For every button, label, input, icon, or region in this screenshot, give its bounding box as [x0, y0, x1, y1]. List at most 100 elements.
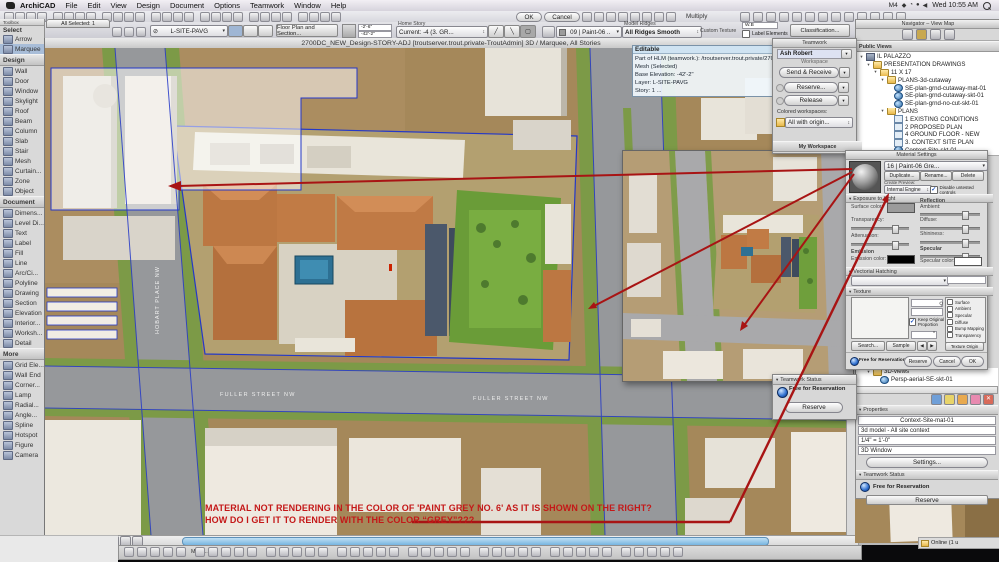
nav-item-2-proposed-plan[interactable]: 2 PROPOSED PLAN [856, 123, 999, 131]
bottom-toolbar-icon-40[interactable] [673, 547, 683, 557]
layer-dropdown[interactable]: ⊘ L-SITE-PAVG ▾ [150, 25, 228, 37]
bottom-toolbar-icon-26[interactable] [479, 547, 489, 557]
bottom-toolbar-icon-36[interactable] [621, 547, 631, 557]
tool-stair[interactable]: Stair [0, 146, 44, 156]
tool-beam[interactable]: Beam [0, 116, 44, 126]
teamwork-palette-title[interactable]: Teamwork [773, 39, 856, 48]
toolbox-section-design[interactable]: Design [0, 54, 44, 66]
bottom-toolbar-icon-38[interactable] [647, 547, 657, 557]
toolbar-icon-11[interactable] [124, 12, 134, 22]
tool-column[interactable]: Column [0, 126, 44, 136]
toolbar-right-icon-6[interactable] [805, 12, 815, 22]
bottom-toolbar-icon-8[interactable] [221, 547, 231, 557]
bottom-toolbar-icon-31[interactable] [550, 547, 560, 557]
bottom-toolbar-icon-2[interactable] [137, 547, 147, 557]
bottom-toolbar-icon-15[interactable] [318, 547, 328, 557]
roof-pitch-3[interactable]: ▢ [520, 25, 536, 38]
toolbar-right-icon-1[interactable] [740, 12, 750, 22]
teamwork-status-title[interactable]: ▾ Teamwork Status [773, 375, 856, 385]
bottom-toolbar-icon-10[interactable] [247, 547, 257, 557]
release-options-button[interactable]: ▾ [838, 95, 849, 106]
bottom-toolbar-icon-21[interactable] [408, 547, 418, 557]
view-map-icon[interactable] [915, 29, 927, 40]
channel-ambient[interactable]: Ambient [947, 305, 984, 313]
menu-status-icon-2[interactable]: ◔ [909, 2, 913, 9]
menu-status-icon-4[interactable]: ◀ [923, 2, 928, 9]
nav-reserve-button[interactable]: Reserve [866, 495, 988, 505]
floor-plan-section-button[interactable]: Floor Plan and Section... [276, 24, 338, 37]
classification-button[interactable]: Classification... [790, 24, 850, 37]
cancel-button[interactable]: Cancel [544, 12, 580, 22]
tool-skylight[interactable]: Skylight [0, 96, 44, 106]
engine-dropdown[interactable]: Internal Engine ↕ [884, 185, 932, 194]
tool-section[interactable]: Section [0, 298, 44, 308]
nav-item-11-x-17[interactable]: ▾ 11 X 17 [856, 68, 999, 77]
tool-elevation[interactable]: Elevation [0, 308, 44, 318]
selected-tab[interactable]: All Selected: 1 [46, 19, 110, 28]
status-reserve-button[interactable]: Reserve [785, 402, 843, 413]
roof-pitch-2[interactable]: ╲ [504, 25, 520, 38]
send-receive-options-button[interactable]: ▾ [839, 67, 850, 78]
bottom-toolbar-icon-27[interactable] [492, 547, 502, 557]
keep-proportion-checkbox[interactable]: ✓ Keep Original Proportion [909, 317, 945, 327]
colored-workspaces-dropdown[interactable]: All with origin... ↕ [785, 117, 853, 128]
bottom-toolbar-icon-23[interactable] [434, 547, 444, 557]
settings-dialog-icon[interactable] [124, 27, 134, 37]
shininess-slider[interactable] [920, 239, 980, 248]
tool-radial[interactable]: Radial... [0, 400, 44, 410]
texture-height-field[interactable] [911, 308, 943, 316]
tool-hotspot[interactable]: Hotspot [0, 430, 44, 440]
bottom-toolbar-icon-3[interactable] [150, 547, 160, 557]
menu-view[interactable]: View [105, 1, 131, 10]
bottom-toolbar-icon-5[interactable] [176, 547, 186, 557]
toolbar-icon-20[interactable] [233, 12, 243, 22]
toolbar-icon-17[interactable] [200, 12, 210, 22]
toolbar-icon-24[interactable] [282, 12, 292, 22]
bottom-toolbar-icon-35[interactable] [602, 547, 612, 557]
menu-options[interactable]: Options [209, 1, 245, 10]
bottom-toolbar-icon-7[interactable] [208, 547, 218, 557]
geometry-method-1[interactable] [228, 25, 243, 37]
label-elements-checkbox[interactable]: Label Elements [742, 30, 788, 38]
toolbar-icon-16[interactable] [184, 12, 194, 22]
material-name-dropdown[interactable]: 16 | Paint-06 Gre... ▾ [884, 161, 988, 171]
toolbar-icon-12[interactable] [135, 12, 145, 22]
toolbar-icon-26[interactable] [309, 12, 319, 22]
tool-figure[interactable]: Figure [0, 440, 44, 450]
ok-button[interactable]: OK [516, 12, 542, 22]
toolbar-icon-13[interactable] [151, 12, 161, 22]
texture-section[interactable]: ▾ Texture [846, 287, 993, 296]
tool-interior[interactable]: Interior... [0, 318, 44, 328]
properties-header[interactable]: ▾ Properties [856, 405, 998, 415]
toolbar-icon-18[interactable] [211, 12, 221, 22]
tool-level-di[interactable]: Level Di... [0, 218, 44, 228]
send-receive-button[interactable]: Send & Receive [779, 67, 839, 78]
tool-marquee[interactable]: Marquee [0, 44, 44, 54]
bottom-toolbar-icon-28[interactable] [505, 547, 515, 557]
bottom-toolbar-icon-17[interactable] [350, 547, 360, 557]
project-map-icon[interactable] [901, 29, 913, 40]
release-button[interactable]: Release [784, 95, 838, 106]
apple-icon[interactable] [6, 2, 15, 9]
tool-grid-ele[interactable]: Grid Ele... [0, 360, 44, 370]
channel-specular[interactable]: Specular [947, 312, 984, 319]
transparency-slider[interactable] [851, 225, 909, 234]
tool-curtain[interactable]: Curtain... [0, 166, 44, 176]
view-settings-button[interactable]: Settings... [866, 457, 988, 468]
toolbar-right-icon-7[interactable] [818, 12, 828, 22]
tool-slab[interactable]: Slab [0, 136, 44, 146]
texture-search-button[interactable]: Search... [851, 341, 885, 351]
toolbox-section-more[interactable]: More [0, 348, 44, 360]
toolbar-right-icon-4[interactable] [779, 12, 789, 22]
tool-drawing[interactable]: Drawing [0, 288, 44, 298]
bottom-toolbar-icon-25[interactable] [460, 547, 470, 557]
elevation-bottom-field[interactable]: -42'-2" [358, 31, 392, 38]
tool-fill[interactable]: Fill [0, 248, 44, 258]
surface-color-swatch[interactable] [887, 203, 915, 213]
delete-view-icon[interactable]: ✕ [983, 394, 994, 405]
toolbar-right-icon-5[interactable] [792, 12, 802, 22]
tool-wall-end[interactable]: Wall End [0, 370, 44, 380]
navigator-title[interactable]: Navigator – View Map [856, 20, 999, 29]
id-field[interactable]: W.B [742, 22, 778, 29]
multiply-button[interactable]: Multiply [686, 13, 707, 20]
